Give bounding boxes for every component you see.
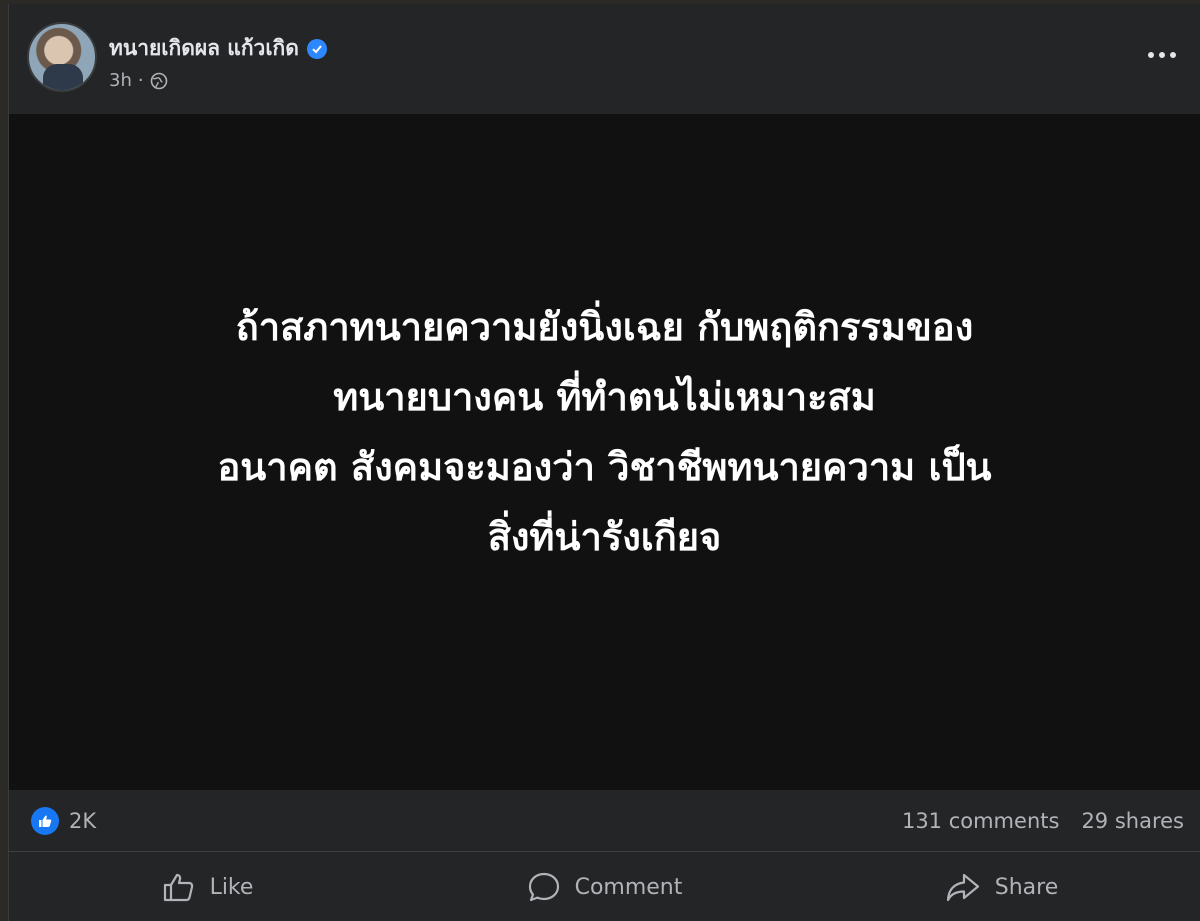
like-reaction-icon	[31, 806, 59, 835]
more-options-icon[interactable]	[1142, 40, 1182, 70]
share-button[interactable]: Share	[803, 853, 1200, 921]
reactions-count: 2K	[69, 808, 97, 833]
post-text-line: สิ่งที่น่ารังเกียจ	[487, 515, 722, 559]
thumbs-up-icon	[163, 873, 193, 902]
post-meta: 3h ·	[109, 70, 168, 91]
post-text-line: ถ้าสภาทนายความยังนิ่งเฉย กับพฤติกรรมของ	[235, 305, 974, 349]
author-name[interactable]: ทนายเกิดผล แก้วเกิด	[109, 32, 299, 65]
post-card: ทนายเกิดผล แก้วเกิด 3h · ถ้าสภาทนายความย…	[8, 4, 1200, 921]
speech-bubble-icon	[528, 872, 559, 902]
post-content: ถ้าสภาทนายความยังนิ่งเฉย กับพฤติกรรมของ …	[9, 114, 1200, 790]
avatar[interactable]	[27, 22, 97, 92]
post-text-line: อนาคต สังคมจะมองว่า วิชาชีพทนายความ เป็น	[217, 445, 992, 489]
post-header: ทนายเกิดผล แก้วเกิด 3h ·	[9, 4, 1200, 114]
post-text-line: ทนายบางคน ที่ทำตนไม่เหมาะสม	[333, 375, 876, 419]
post-text: ถ้าสภาทนายความยังนิ่งเฉย กับพฤติกรรมของ …	[45, 292, 1165, 572]
comment-button[interactable]: Comment	[406, 853, 803, 921]
author-row: ทนายเกิดผล แก้วเกิด	[109, 32, 327, 65]
verified-badge-icon	[306, 38, 327, 59]
comments-count[interactable]: 131 comments	[902, 809, 1059, 833]
globe-icon[interactable]	[150, 72, 168, 90]
like-label: Like	[209, 874, 254, 900]
window-background: ทนายเกิดผล แก้วเกิด 3h · ถ้าสภาทนายความย…	[0, 0, 1200, 921]
comment-label: Comment	[574, 874, 683, 900]
post-actions: Like Comment Share	[9, 853, 1200, 921]
shares-count[interactable]: 29 shares	[1081, 809, 1184, 833]
engagement-counts: 131 comments 29 shares	[902, 809, 1184, 833]
share-label: Share	[994, 874, 1059, 900]
post-stats: 2K 131 comments 29 shares	[9, 790, 1200, 852]
reactions-summary[interactable]: 2K	[31, 806, 97, 835]
share-arrow-icon	[946, 873, 979, 902]
post-time[interactable]: 3h	[109, 70, 132, 91]
meta-separator: ·	[137, 70, 144, 91]
avatar-figure	[43, 64, 83, 90]
like-button[interactable]: Like	[9, 853, 406, 921]
